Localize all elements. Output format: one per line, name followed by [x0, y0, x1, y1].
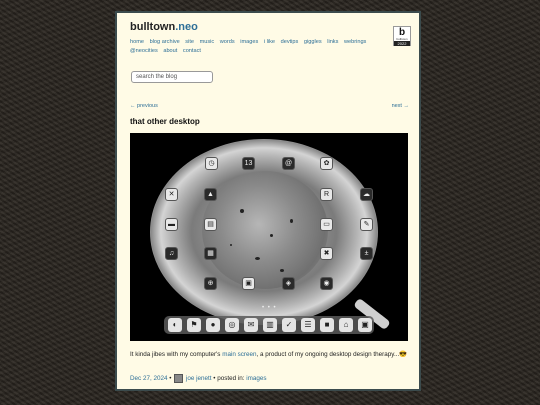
dock-app-icon[interactable]: ■	[320, 318, 334, 332]
spiral-icon[interactable]: @	[282, 157, 295, 170]
bowl-wallpaper	[150, 139, 378, 325]
dock-app-icon[interactable]: ⚑	[187, 318, 201, 332]
posted-in-label: • posted in:	[213, 375, 245, 383]
folder-icon[interactable]: ▬	[165, 218, 178, 231]
doc-icon[interactable]: ▣	[242, 277, 255, 290]
cloud-icon[interactable]: ☁	[360, 188, 373, 201]
page-indicator: • • •	[262, 305, 277, 311]
clock-icon[interactable]: ◷	[205, 157, 218, 170]
speck	[230, 244, 232, 246]
nav-blog-archive[interactable]: blog archive	[150, 39, 180, 45]
site-title-tld[interactable]: .neo	[175, 21, 198, 33]
calculator-icon[interactable]: ±	[360, 247, 373, 260]
main-nav: home blog archive site music words image…	[130, 38, 385, 56]
note-icon[interactable]: ▤	[204, 218, 217, 231]
calendar-icon[interactable]: 13	[242, 157, 255, 170]
x-icon[interactable]: ✕	[165, 188, 178, 201]
dock-app-icon[interactable]: ▣	[358, 318, 372, 332]
nav-music[interactable]: music	[200, 39, 215, 45]
post-caption: It kinda jibes with my computer's main s…	[130, 350, 414, 359]
nav-contact[interactable]: contact	[183, 48, 201, 54]
dock-chart-icon[interactable]: ▥	[263, 318, 277, 332]
dock-mail-icon[interactable]: ✉	[244, 318, 258, 332]
caption-text-end: , a product of my ongoing desktop design…	[256, 351, 408, 358]
nav-images[interactable]: images	[240, 39, 258, 45]
blog-page: bulltown.neo b bulltown 2022 home blog a…	[115, 11, 421, 391]
bowl-center	[202, 171, 328, 289]
nav-home[interactable]: home	[130, 39, 144, 45]
nav-site[interactable]: site	[185, 39, 194, 45]
author-avatar	[174, 374, 184, 383]
search-input[interactable]: search the blog	[131, 71, 213, 83]
previous-link[interactable]: ← previous	[130, 103, 158, 109]
next-link[interactable]: next →	[392, 103, 409, 109]
dock-app-icon[interactable]: ●	[206, 318, 220, 332]
dock-home-icon[interactable]: ⌂	[339, 318, 353, 332]
dock: ◐ ⚑ ● ◎ ✉ ▥ ✓ ☰ ■ ⌂ ▣	[164, 316, 374, 334]
caption-text: It kinda jibes with my computer's	[130, 351, 223, 358]
calendar-day: 13	[244, 160, 253, 167]
site-badge[interactable]: b bulltown 2022	[393, 26, 411, 46]
fox-icon[interactable]: ◉	[320, 277, 333, 290]
speck	[240, 209, 244, 213]
nav-webrings[interactable]: webrings	[344, 39, 366, 45]
speck	[255, 257, 260, 260]
nav-devtips[interactable]: devtips	[281, 39, 299, 45]
close-icon[interactable]: ✖	[320, 247, 333, 260]
dock-list-icon[interactable]: ☰	[301, 318, 315, 332]
image-icon[interactable]: ◈	[282, 277, 295, 290]
site-title[interactable]: bulltown.neo	[130, 21, 198, 33]
badge-year: 2022	[394, 41, 410, 46]
author-link[interactable]: joe jenett	[186, 375, 212, 382]
nav-i-like[interactable]: i like	[264, 39, 275, 45]
dock-check-icon[interactable]: ✓	[282, 318, 296, 332]
nav-links[interactable]: links	[327, 39, 338, 45]
post-date-link[interactable]: Dec 27, 2024	[130, 375, 167, 382]
nav-neocities[interactable]: @neocities	[130, 48, 158, 54]
site-title-main[interactable]: bulltown	[130, 21, 175, 33]
bars-icon[interactable]: ▦	[204, 247, 217, 260]
dock-app-icon[interactable]: ◐	[168, 318, 182, 332]
desktop-screenshot[interactable]: ◷ 13 @ ✿ ✕ ▲ ▬ ▤ ♫ ▦ ⊕ R ☁ ▭ ✎ ✖ ± ◉ ▣ ◈…	[130, 133, 408, 341]
flower-icon[interactable]: ✿	[320, 157, 333, 170]
speck	[270, 234, 273, 237]
dock-app-icon[interactable]: ◎	[225, 318, 239, 332]
music-icon[interactable]: ♫	[165, 247, 178, 260]
main-screen-link[interactable]: main screen	[222, 351, 256, 358]
nav-about[interactable]: about	[163, 48, 177, 54]
post-title[interactable]: that other desktop	[130, 117, 200, 126]
r-icon[interactable]: R	[320, 188, 333, 201]
speck	[280, 269, 284, 272]
notes-icon[interactable]: ✎	[360, 218, 373, 231]
post-meta: Dec 27, 2024 • joe jenett • posted in: i…	[130, 374, 267, 383]
plus-icon[interactable]: ⊕	[204, 277, 217, 290]
wallet-icon[interactable]: ▲	[204, 188, 217, 201]
nav-giggles[interactable]: giggles	[304, 39, 322, 45]
nav-words[interactable]: words	[220, 39, 235, 45]
window-icon[interactable]: ▭	[320, 218, 333, 231]
speck	[290, 219, 293, 223]
category-link[interactable]: images	[246, 375, 266, 382]
